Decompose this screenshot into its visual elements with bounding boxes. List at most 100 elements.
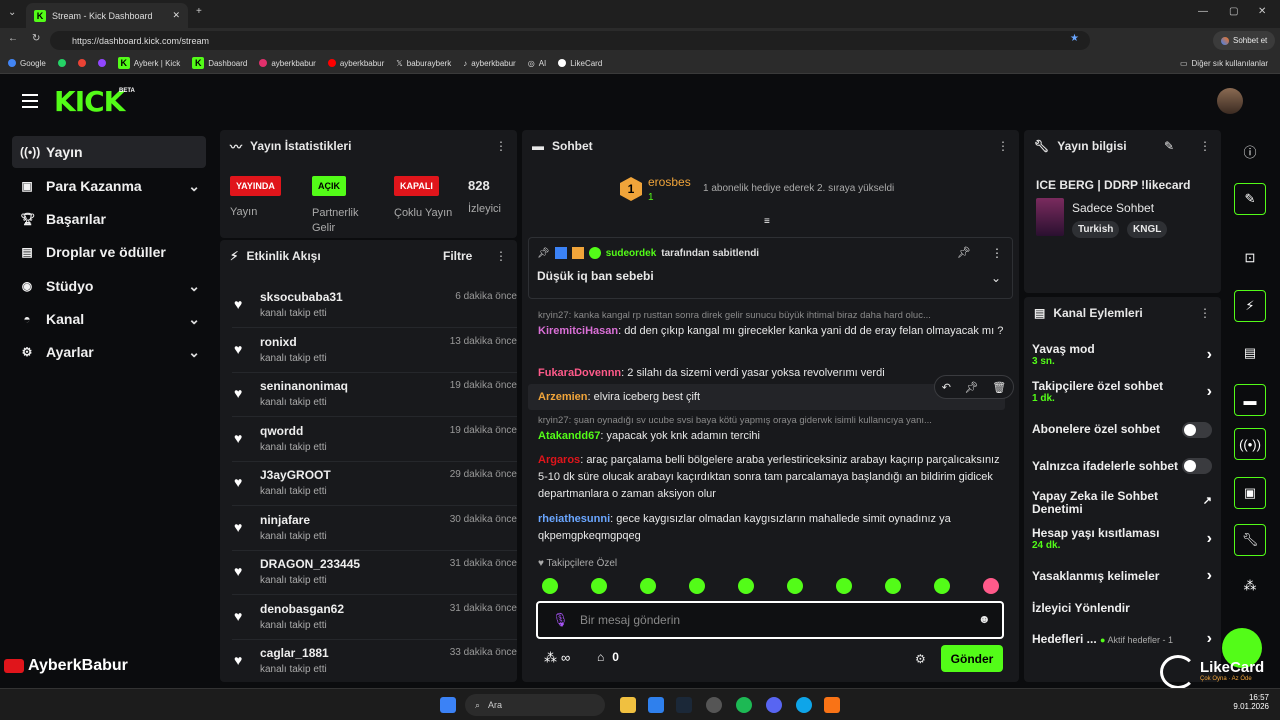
- chat-username[interactable]: FukaraDovennn: [538, 367, 621, 379]
- browser-tab[interactable]: K Stream - Kick Dashboard ✕: [26, 3, 188, 28]
- close-window-icon[interactable]: ✕: [1258, 6, 1266, 17]
- kebab-icon[interactable]: ⋮: [1199, 306, 1211, 320]
- chevron-down-icon[interactable]: ⌄: [991, 271, 1001, 285]
- bookmark-instagram[interactable]: ayberkbabur: [259, 59, 316, 68]
- kebab-icon[interactable]: ⋮: [991, 246, 1003, 260]
- account-age-action[interactable]: Hesap yaşı kısıtlaması 24 dk. ›: [1032, 526, 1212, 551]
- emote-icon[interactable]: [591, 578, 607, 594]
- edit-icon[interactable]: ✎: [1164, 139, 1174, 153]
- bookmark-twitch[interactable]: [97, 59, 106, 67]
- bookmark-tiktok[interactable]: ♪ ayberkbabur: [463, 59, 515, 68]
- lightning-rail-icon[interactable]: ⚡︎: [1234, 290, 1266, 322]
- sidebar-item-yayin[interactable]: ((•)) Yayın: [12, 136, 206, 168]
- chat-input[interactable]: 🎙︎ Bir mesaj gönderin ☻: [536, 601, 1004, 639]
- minimize-icon[interactable]: —: [1198, 6, 1208, 17]
- list-item[interactable]: ♥ caglar_1881 kanalı takip etti 33 dakika ö…: [232, 640, 517, 682]
- tag-chip[interactable]: KNGL: [1127, 221, 1168, 238]
- kick-logo[interactable]: KICK: [54, 85, 125, 118]
- avatar[interactable]: [1217, 88, 1243, 114]
- filter-button[interactable]: Filtre: [443, 249, 472, 263]
- share-rail-icon[interactable]: ⁂: [1234, 570, 1266, 602]
- banned-words-action[interactable]: Yasaklanmış kelimeler ›: [1032, 567, 1212, 584]
- list-item[interactable]: ♥ ninjafare kanalı takip etti 30 dakika önc…: [232, 507, 517, 551]
- kebab-icon[interactable]: ⋮: [495, 139, 507, 153]
- emote-icon[interactable]: [738, 578, 754, 594]
- windows-start-icon[interactable]: [440, 697, 456, 713]
- app-icon[interactable]: [824, 697, 840, 713]
- emote-icon[interactable]: [787, 578, 803, 594]
- chat-username[interactable]: Argaros: [538, 454, 580, 466]
- top-gifter-name[interactable]: erosbes: [648, 175, 691, 189]
- list-item[interactable]: ♥ DRAGON_233445 kanalı takip etti 31 dakika…: [232, 551, 517, 595]
- delete-icon[interactable]: 🗑︎: [992, 381, 1006, 394]
- bookmark-youtube[interactable]: ayberkbabur: [327, 59, 384, 68]
- ai-moderation-action[interactable]: Yapay Zeka ile Sohbet Denetimi ↗: [1032, 490, 1212, 516]
- reply-icon[interactable]: ↶: [942, 381, 951, 394]
- microphone-icon[interactable]: 🎙︎: [552, 612, 569, 628]
- chat-username[interactable]: rheiathesunni: [538, 513, 610, 525]
- bookmark-ayberk-kick[interactable]: K Ayberk | Kick: [117, 57, 180, 69]
- slow-mode-action[interactable]: Yavaş mod 3 sn. ›: [1032, 342, 1212, 367]
- bookmark-whatsapp[interactable]: [57, 59, 66, 67]
- list-item[interactable]: ♥ denobasgan62 kanalı takip etti 31 dakika …: [232, 596, 517, 640]
- kebab-icon[interactable]: ⋮: [495, 249, 507, 263]
- send-button[interactable]: Gönder: [941, 645, 1003, 672]
- store-app-icon[interactable]: [648, 697, 664, 713]
- clock[interactable]: 16:57 9.01.2026: [1225, 693, 1269, 711]
- document-icon[interactable]: ▤: [1234, 337, 1266, 369]
- pinned-by-user[interactable]: sudeordek: [606, 248, 657, 259]
- bookmark-likecard[interactable]: LikeCard: [558, 59, 602, 68]
- wrench-rail-icon[interactable]: 🔧︎: [1234, 524, 1266, 556]
- points-indicator[interactable]: ⁂ ∞: [544, 650, 570, 666]
- emote-icon[interactable]: [640, 578, 656, 594]
- tab-list-icon[interactable]: ⌄: [8, 7, 16, 18]
- goals-action[interactable]: Hedefleri ... ● Aktif hedefler - 1 ›: [1032, 630, 1212, 647]
- discord-icon[interactable]: [766, 697, 782, 713]
- emotes-only-toggle[interactable]: [1182, 458, 1212, 474]
- unpin-icon[interactable]: 📌︎: [957, 246, 971, 259]
- emote-icon[interactable]: [934, 578, 950, 594]
- chat-rail-icon[interactable]: ▬: [1234, 384, 1266, 416]
- list-item[interactable]: ♥ ronixd kanalı takip etti 13 dakika önce: [232, 329, 517, 373]
- sidebar-item-studyo[interactable]: ◉ Stüdyo ⌄: [12, 270, 206, 302]
- list-item[interactable]: ♥ sksocubaba31 kanalı takip etti 6 dakika ö…: [232, 284, 517, 328]
- file-explorer-icon[interactable]: [620, 697, 636, 713]
- sidebar-item-kanal[interactable]: ◓ Kanal ⌄: [12, 303, 206, 335]
- favorite-star-icon[interactable]: ★: [1070, 33, 1079, 44]
- list-item[interactable]: ♥ J3ayGROOT kanalı takip etti 29 dakika önc…: [232, 462, 517, 506]
- taskbar-search[interactable]: ⌕ Ara: [465, 694, 605, 716]
- edit-rail-icon[interactable]: ✎: [1234, 183, 1266, 215]
- list-item[interactable]: ♥ seninanonimaq kanalı takip etti 19 dakika…: [232, 373, 517, 417]
- emote-icon[interactable]: [542, 578, 558, 594]
- sidebar-item-ayarlar[interactable]: ⚙ Ayarlar ⌄: [12, 336, 206, 368]
- other-bookmarks[interactable]: ▭ Diğer sık kullanılanlar: [1180, 59, 1268, 68]
- redirect-viewers-action[interactable]: İzleyici Yönlendir: [1032, 601, 1212, 615]
- info-icon[interactable]: ⓘ: [1234, 135, 1266, 167]
- chat-username[interactable]: KiremitciHasan: [538, 325, 618, 337]
- category-thumbnail[interactable]: [1036, 198, 1064, 236]
- sidebar-item-para-kazanma[interactable]: ▣ Para Kazanma ⌄: [12, 170, 206, 202]
- sidebar-item-droplar[interactable]: ▤ Droplar ve ödüller: [12, 236, 206, 268]
- followers-only-action[interactable]: Takipçilere özel sohbet 1 dk. ›: [1032, 379, 1212, 404]
- bookmark-dashboard[interactable]: K Dashboard: [192, 57, 247, 69]
- emote-icon[interactable]: [983, 578, 999, 594]
- bookmark-google[interactable]: Google: [8, 59, 46, 68]
- copilot-chat-button[interactable]: Sohbet et: [1213, 31, 1276, 50]
- emote-icon[interactable]: [885, 578, 901, 594]
- category-name[interactable]: Sadece Sohbet: [1072, 201, 1154, 215]
- bookmark-gmail[interactable]: [77, 59, 86, 67]
- steam-icon[interactable]: [676, 697, 692, 713]
- kebab-icon[interactable]: ⋮: [1199, 139, 1211, 153]
- collapse-icon[interactable]: ≡: [764, 216, 770, 227]
- spotify-icon[interactable]: [736, 697, 752, 713]
- chat-username[interactable]: Atakandd67: [538, 430, 600, 442]
- kebab-icon[interactable]: ⋮: [997, 139, 1009, 153]
- maximize-icon[interactable]: ▢: [1229, 6, 1238, 17]
- emote-icon[interactable]: [689, 578, 705, 594]
- settings-gear-icon[interactable]: ⚙: [915, 652, 926, 666]
- github-icon[interactable]: [706, 697, 722, 713]
- video-rail-icon[interactable]: ▣: [1234, 477, 1266, 509]
- bookmark-ai[interactable]: ◎ AI: [528, 59, 547, 68]
- chat-username[interactable]: Arzemien: [538, 391, 588, 403]
- bookmark-x[interactable]: 𝕏baburayberk: [396, 59, 451, 68]
